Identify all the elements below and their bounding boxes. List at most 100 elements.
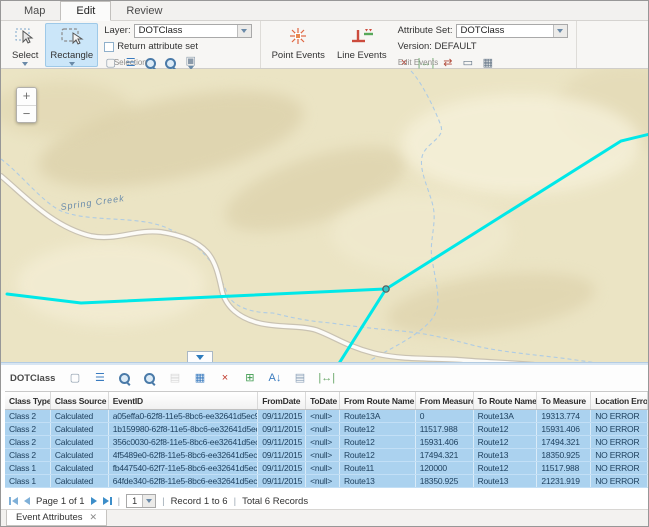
table-cell: 17494.321 <box>537 436 591 448</box>
page-number-dropdown[interactable]: 1 <box>126 494 156 508</box>
footer-tab-bar: Event Attributes ✕ <box>1 509 648 526</box>
table-cell: Route13 <box>340 475 416 487</box>
ribbon-tab-bar: Map Edit Review <box>1 1 648 21</box>
add-record-icon[interactable]: ⊞ <box>243 372 256 385</box>
column-header[interactable]: From Route Name <box>340 392 416 409</box>
table-cell: Route12 <box>474 436 538 448</box>
map-viewport[interactable]: Spring Creek + − <box>1 69 648 362</box>
table-cell: NO ERROR <box>591 462 648 474</box>
events-table: Class TypeClass SourceEventIDFromDateToD… <box>1 391 648 488</box>
next-page-button[interactable] <box>91 497 97 505</box>
column-header[interactable]: ToDate <box>306 392 340 409</box>
attribute-set-label: Attribute Set: <box>398 25 453 36</box>
delete-events-icon[interactable]: × <box>218 372 231 385</box>
attribute-set-combobox[interactable]: DOTClass <box>456 24 568 38</box>
table-cell: 17494.321 <box>416 449 474 461</box>
table-row[interactable]: Class 2Calculateda05effa0-62f8-11e5-8bc6… <box>5 410 648 423</box>
table-cell: Route13A <box>340 410 416 422</box>
table-cell: Class 2 <box>5 423 51 435</box>
basemap: Spring Creek <box>1 69 648 362</box>
table-cell: <null> <box>306 462 340 474</box>
table-cell: NO ERROR <box>591 410 648 422</box>
table-cell: Calculated <box>51 436 109 448</box>
page-number-caret-icon[interactable] <box>142 495 155 507</box>
column-header[interactable]: To Measure <box>537 392 591 409</box>
table-cell: 09/11/2015 <box>258 475 306 487</box>
route-junction-marker[interactable] <box>383 286 389 292</box>
table-cell: Route13 <box>474 475 538 487</box>
line-events-button[interactable]: Line Events <box>332 23 392 62</box>
event-attributes-tab-label: Event Attributes <box>16 512 83 523</box>
table-header-row: Class TypeClass SourceEventIDFromDateToD… <box>5 391 648 410</box>
table-row[interactable]: Class 1Calculated64fde340-62f8-11e5-8bc6… <box>5 475 648 488</box>
measure-ranges-icon[interactable]: |↔| <box>318 372 335 385</box>
rectangle-select-icon <box>60 26 84 49</box>
creek-name-label: Spring Creek <box>60 193 125 212</box>
table-cell: 09/11/2015 <box>258 410 306 422</box>
pan-to-events-icon[interactable] <box>143 372 156 385</box>
return-attribute-set-checkbox[interactable] <box>104 42 114 52</box>
options-menu-icon[interactable]: ☰ <box>93 372 106 385</box>
separator: | <box>162 496 164 507</box>
first-page-button[interactable] <box>9 497 18 505</box>
copy-records-icon[interactable]: ▤ <box>293 372 306 385</box>
selection-group-label: Selection <box>1 58 260 67</box>
panel-toolbar: DOTClass ▢ ☰ ▤ ▦ × ⊞ A↓ ▤ |↔| <box>1 365 648 391</box>
column-header[interactable]: Class Source <box>51 392 109 409</box>
table-cell: 21231.919 <box>537 475 591 487</box>
table-cell: 19313.774 <box>537 410 591 422</box>
separator: | <box>234 496 236 507</box>
point-events-button[interactable]: Point Events <box>267 23 330 62</box>
table-row[interactable]: Class 2Calculated1b159980-62f8-11e5-8bc6… <box>5 423 648 436</box>
tab-review[interactable]: Review <box>111 2 177 20</box>
table-cell: 09/11/2015 <box>258 449 306 461</box>
table-cell: Class 1 <box>5 475 51 487</box>
last-page-button[interactable] <box>103 497 112 505</box>
table-cell: Route12 <box>474 423 538 435</box>
table-cell: Class 2 <box>5 436 51 448</box>
column-header[interactable]: Location Error <box>591 392 648 409</box>
close-tab-icon[interactable]: ✕ <box>90 513 98 522</box>
page-status-text: Page 1 of 1 <box>36 496 85 507</box>
edit-events-group: Point Events Line Events Attribute Set: <box>261 21 577 68</box>
table-cell: 09/11/2015 <box>258 436 306 448</box>
tab-event-attributes[interactable]: Event Attributes ✕ <box>6 510 107 526</box>
return-attribute-set-label: Return attribute set <box>117 41 198 52</box>
table-row[interactable]: Class 2Calculated4f5489e0-62f8-11e5-8bc6… <box>5 449 648 462</box>
table-cell: 1b159980-62f8-11e5-8bc6-ee32641d5ec9 <box>109 423 259 435</box>
table-cell: 09/11/2015 <box>258 462 306 474</box>
zoom-in-button[interactable]: + <box>17 88 36 105</box>
ribbon: Select Rectangle Layer: DOTClass <box>1 21 648 69</box>
record-range-text: Record 1 to 6 <box>171 496 228 507</box>
column-header[interactable]: FromDate <box>258 392 306 409</box>
version-label: Version: DEFAULT <box>398 41 477 52</box>
table-cell: 11517.988 <box>416 423 474 435</box>
total-records-text: Total 6 Records <box>242 496 308 507</box>
table-cell: NO ERROR <box>591 449 648 461</box>
table-row[interactable]: Class 2Calculated356c0030-62f8-11e5-8bc6… <box>5 436 648 449</box>
layer-combobox[interactable]: DOTClass <box>134 24 252 38</box>
panel-collapse-button[interactable] <box>187 351 213 362</box>
layer-combobox-caret-icon[interactable] <box>237 25 251 37</box>
column-header[interactable]: From Measure <box>416 392 474 409</box>
zoom-out-button[interactable]: − <box>17 105 36 122</box>
select-records-icon[interactable]: ▢ <box>68 372 81 385</box>
save-edits-icon[interactable]: ▤ <box>168 372 181 385</box>
table-cell: <null> <box>306 410 340 422</box>
panel-title: DOTClass <box>10 373 55 384</box>
tab-map[interactable]: Map <box>9 2 60 20</box>
sort-ascending-icon[interactable]: A↓ <box>268 372 281 385</box>
table-cell: 0 <box>416 410 474 422</box>
ribbon-spacer <box>577 21 648 68</box>
zoom-to-events-icon[interactable] <box>118 372 131 385</box>
tab-edit[interactable]: Edit <box>60 1 111 21</box>
previous-page-button[interactable] <box>24 497 30 505</box>
table-row[interactable]: Class 1Calculatedfb447540-62f7-11e5-8bc6… <box>5 462 648 475</box>
column-header[interactable]: Class Type <box>5 392 51 409</box>
column-header[interactable]: To Route Name <box>474 392 538 409</box>
column-header[interactable]: EventID <box>109 392 259 409</box>
table-cell: a05effa0-62f8-11e5-8bc6-ee32641d5ec9 <box>109 410 259 422</box>
pagination-bar: Page 1 of 1 | 1 | Record 1 to 6 | Total … <box>1 488 648 509</box>
attribute-grid-icon[interactable]: ▦ <box>193 372 206 385</box>
attribute-set-combobox-caret-icon[interactable] <box>553 25 567 37</box>
